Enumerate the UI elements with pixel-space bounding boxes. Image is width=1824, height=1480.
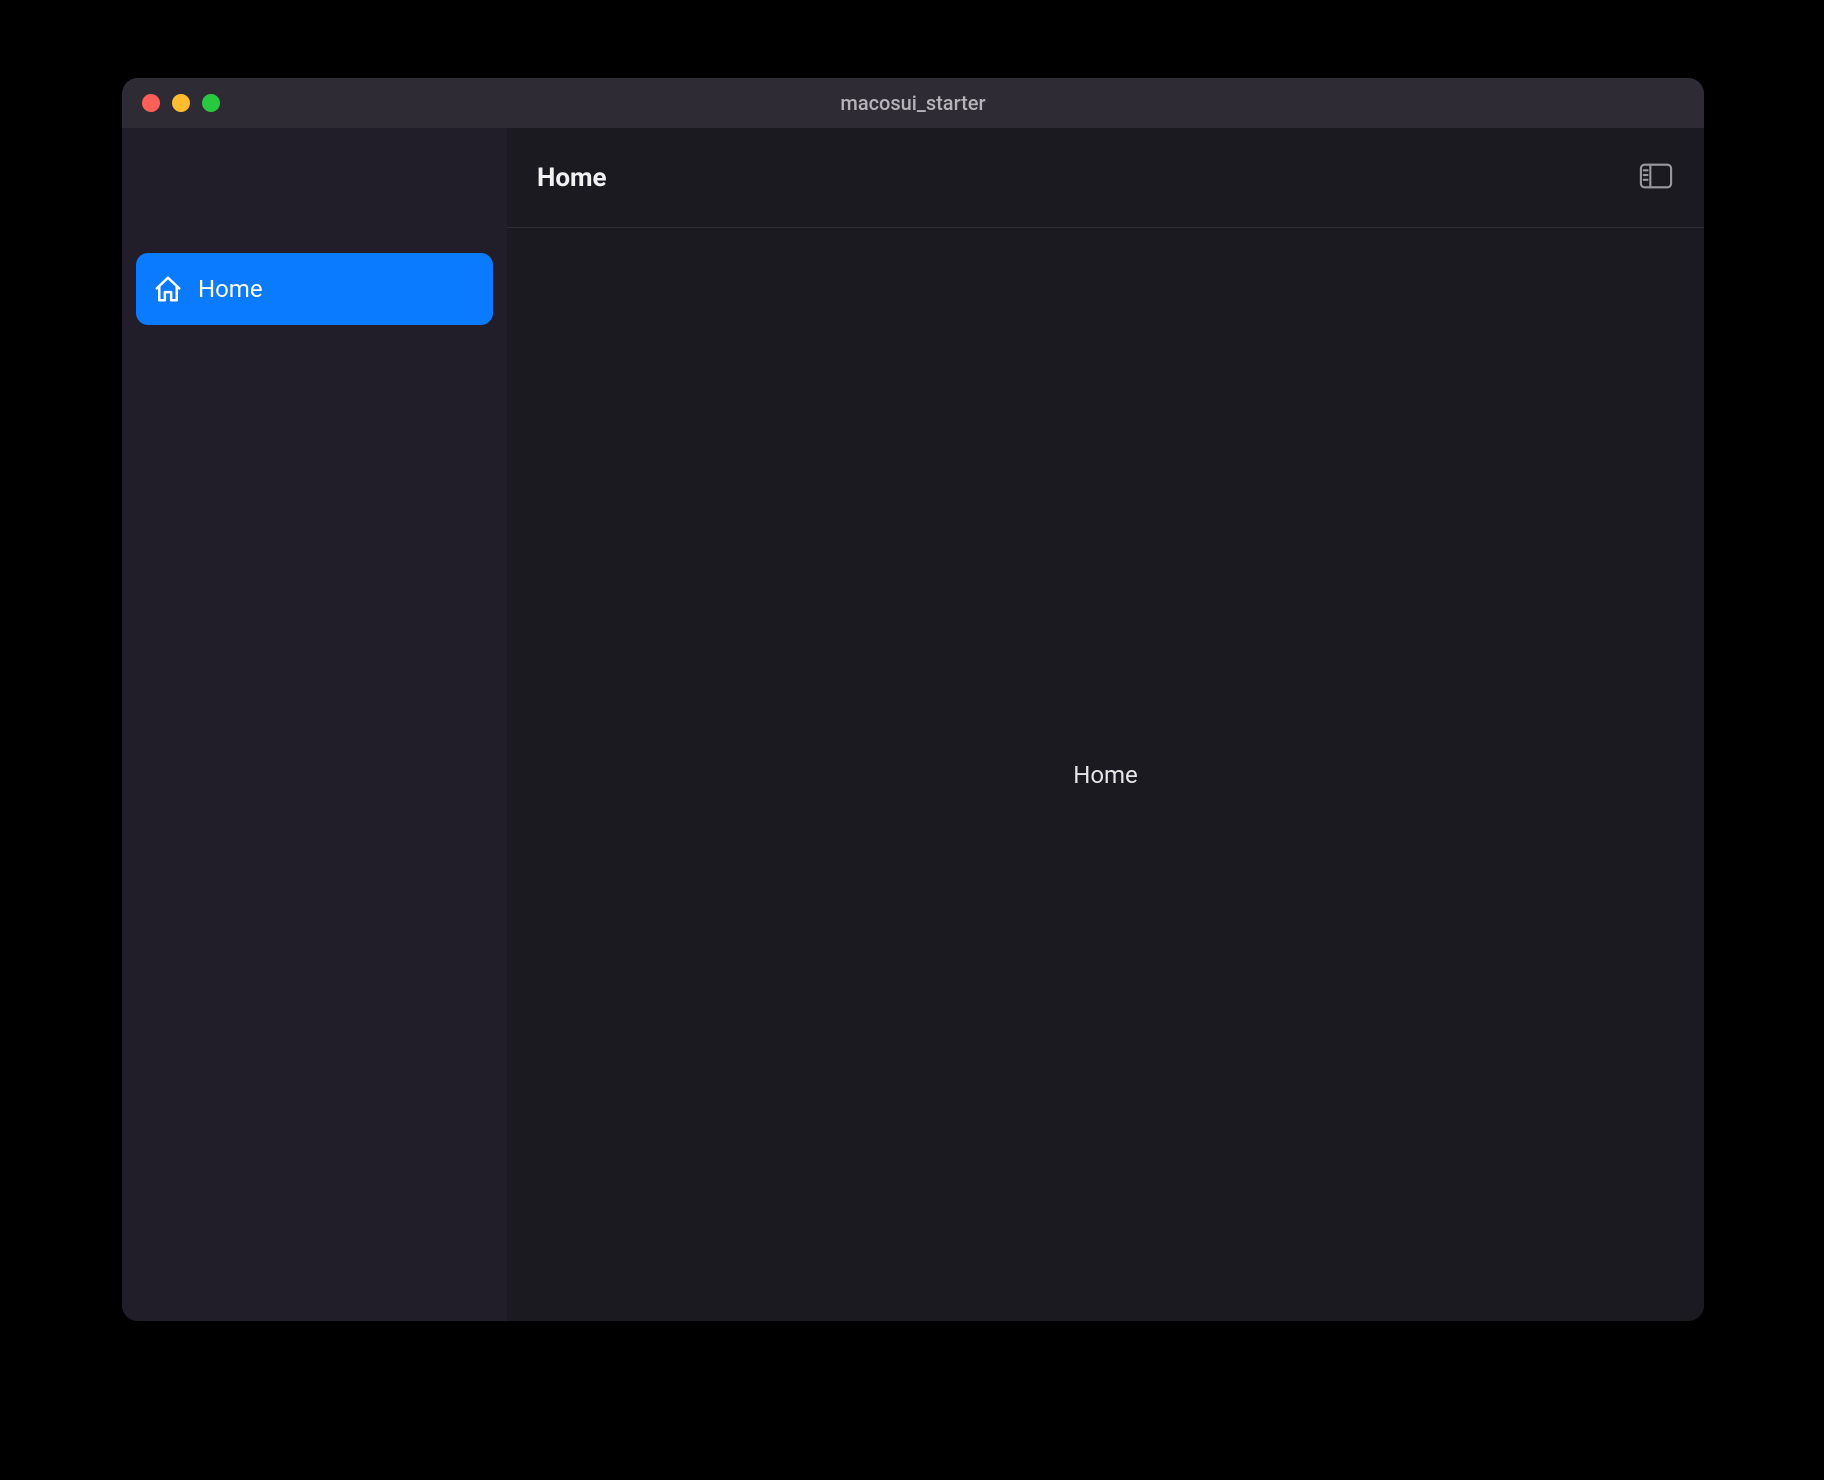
maximize-button[interactable] [202, 94, 220, 112]
toolbar: Home [507, 128, 1704, 228]
home-icon [152, 273, 184, 305]
app-window: macosui_starter Home Home [122, 78, 1704, 1321]
sidebar: Home [122, 128, 507, 1321]
window-title: macosui_starter [122, 91, 1704, 115]
sidebar-item-label: Home [198, 275, 263, 303]
minimize-button[interactable] [172, 94, 190, 112]
window-body: Home Home [122, 128, 1704, 1321]
close-button[interactable] [142, 94, 160, 112]
titlebar: macosui_starter [122, 78, 1704, 128]
sidebar-toggle-icon [1639, 162, 1673, 194]
content-label: Home [1073, 761, 1138, 789]
content-body: Home [507, 228, 1704, 1321]
sidebar-toggle-button[interactable] [1638, 163, 1674, 193]
sidebar-item-home[interactable]: Home [136, 253, 493, 325]
traffic-lights [122, 94, 220, 112]
page-title: Home [537, 163, 607, 193]
content-area: Home Home [507, 128, 1704, 1321]
